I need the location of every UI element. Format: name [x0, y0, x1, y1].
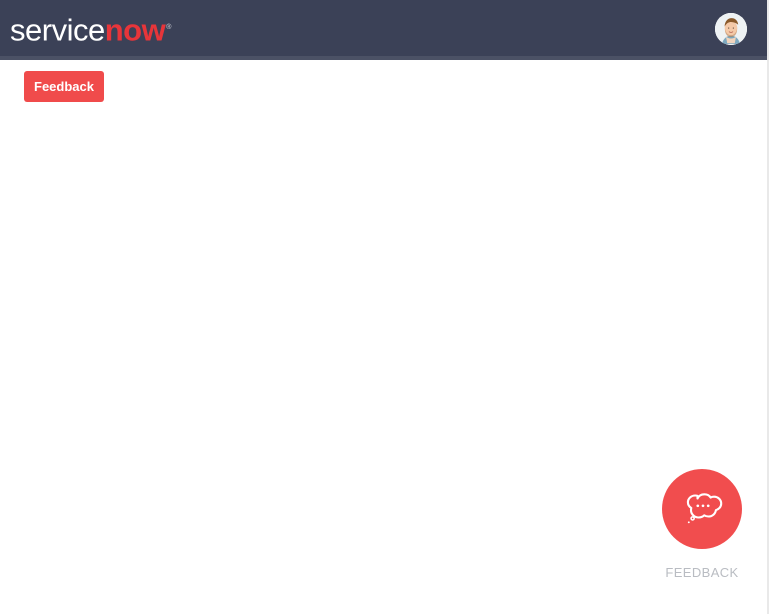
thought-bubble-icon: [681, 488, 723, 530]
floating-feedback-widget: FEEDBACK: [662, 469, 742, 589]
logo-now-text: now: [104, 12, 166, 48]
logo-service-text: service: [10, 12, 105, 48]
logo-registered-mark: ®: [166, 24, 171, 31]
floating-feedback-button[interactable]: [662, 469, 742, 549]
servicenow-feedback-page: servicenow® Feedback FEEDBACK: [0, 0, 769, 614]
floating-feedback-label: FEEDBACK: [665, 565, 739, 580]
feedback-button[interactable]: Feedback: [24, 71, 104, 102]
servicenow-logo[interactable]: servicenow®: [10, 11, 171, 47]
user-avatar-icon[interactable]: [715, 13, 747, 45]
top-navigation-bar: servicenow®: [0, 0, 767, 60]
